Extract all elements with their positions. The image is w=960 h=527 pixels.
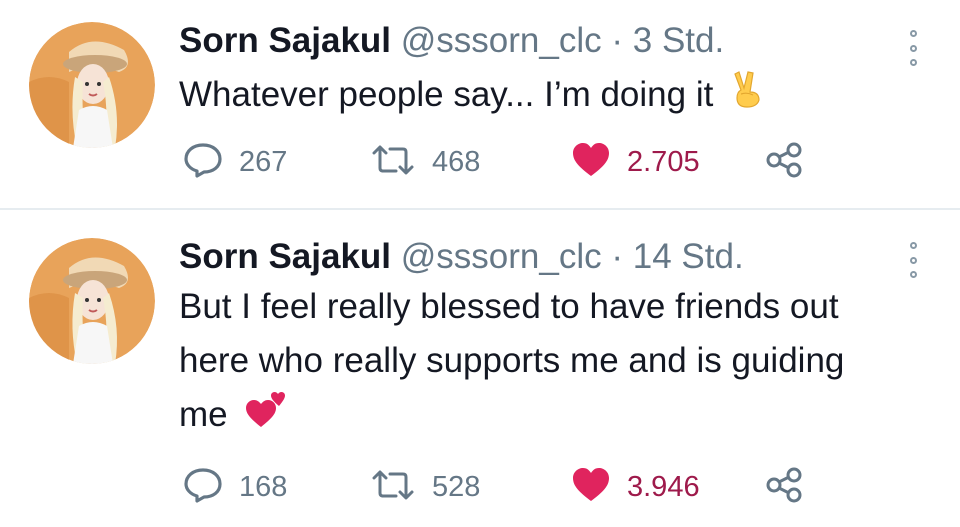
header-separator: · (611, 237, 624, 276)
tweet[interactable]: Sorn Sajakul @sssorn_clc · 3 Std. Whatev… (0, 0, 960, 208)
tweet-header: Sorn Sajakul @sssorn_clc · 14 Std. (179, 237, 744, 277)
retweet-icon (370, 144, 416, 181)
author-name[interactable]: Sorn Sajakul (179, 21, 391, 60)
author-handle[interactable]: @sssorn_clc (401, 237, 602, 276)
header-separator: · (611, 21, 624, 60)
tweet-text-content: Whatever people say... I’m doing it (179, 75, 714, 114)
tweet-text: But I feel really blessed to have friend… (179, 280, 899, 444)
victory-hand-icon (731, 70, 765, 124)
reply-button[interactable]: 168 (183, 467, 287, 507)
tweet-divider (0, 208, 960, 210)
retweet-icon (370, 469, 416, 506)
reply-button[interactable]: 267 (183, 142, 287, 182)
share-button[interactable] (765, 142, 803, 182)
like-count: 2.705 (627, 145, 700, 178)
tweet-header: Sorn Sajakul @sssorn_clc · 3 Std. (179, 21, 724, 61)
heart-icon (571, 142, 611, 183)
reply-count: 267 (239, 145, 288, 178)
avatar[interactable] (29, 22, 155, 148)
like-count: 3.946 (627, 470, 700, 503)
reply-icon (183, 467, 223, 508)
more-options-icon[interactable] (905, 242, 921, 278)
tweet-actions: 168 528 3.946 (183, 467, 823, 507)
share-button[interactable] (765, 467, 803, 507)
tweet-actions: 267 468 2.705 (183, 142, 823, 182)
tweet-text: Whatever people say... I’m doing it (179, 68, 899, 124)
author-handle[interactable]: @sssorn_clc (401, 21, 602, 60)
tweet[interactable]: Sorn Sajakul @sssorn_clc · 14 Std. But I… (0, 212, 960, 527)
retweet-count: 468 (432, 145, 481, 178)
retweet-button[interactable]: 528 (370, 467, 480, 507)
more-options-icon[interactable] (905, 30, 921, 66)
author-name[interactable]: Sorn Sajakul (179, 237, 391, 276)
retweet-count: 528 (432, 470, 481, 503)
share-icon (765, 142, 803, 183)
heart-icon (571, 467, 611, 508)
reply-count: 168 (239, 470, 288, 503)
timestamp[interactable]: 3 Std. (633, 21, 724, 60)
share-icon (765, 467, 803, 508)
like-button[interactable]: 3.946 (571, 467, 700, 507)
like-button[interactable]: 2.705 (571, 142, 700, 182)
two-hearts-icon (245, 390, 287, 444)
reply-icon (183, 142, 223, 183)
retweet-button[interactable]: 468 (370, 142, 480, 182)
timestamp[interactable]: 14 Std. (633, 237, 744, 276)
avatar[interactable] (29, 238, 155, 364)
